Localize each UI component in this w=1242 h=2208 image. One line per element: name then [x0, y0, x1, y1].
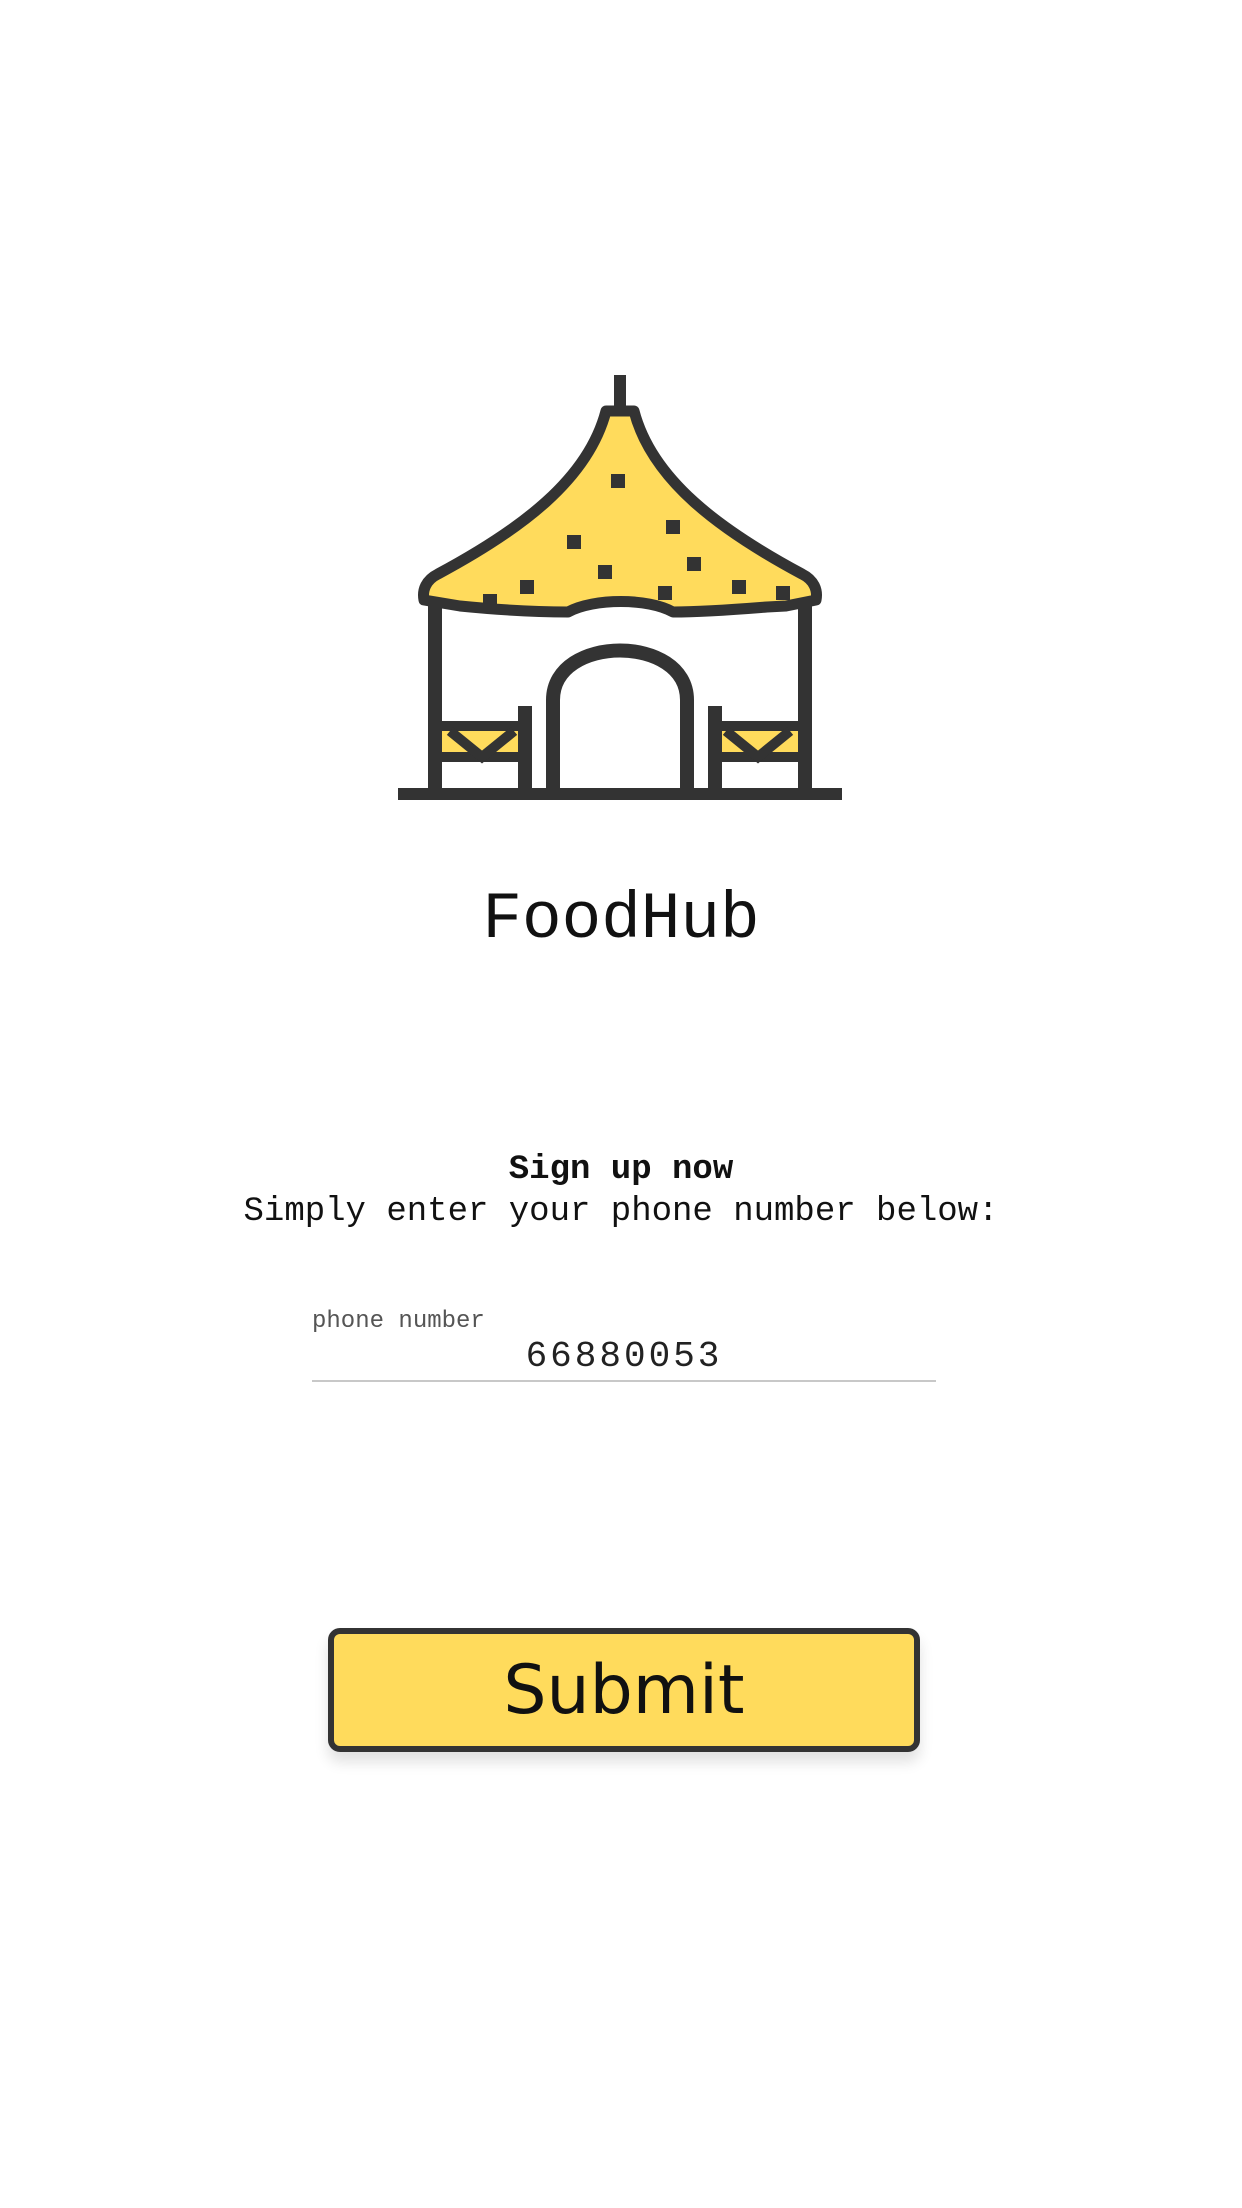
signup-instructions: Simply enter your phone number below: [243, 1193, 999, 1231]
signup-heading: Sign up now [508, 1151, 734, 1189]
app-title: FoodHub [482, 882, 760, 957]
phone-number-label: phone number [312, 1308, 485, 1335]
hut-logo-icon [398, 375, 842, 800]
phone-number-input[interactable] [312, 1332, 936, 1382]
phone-number-field: phone number [312, 1302, 936, 1382]
submit-button[interactable]: Submit [328, 1628, 920, 1752]
